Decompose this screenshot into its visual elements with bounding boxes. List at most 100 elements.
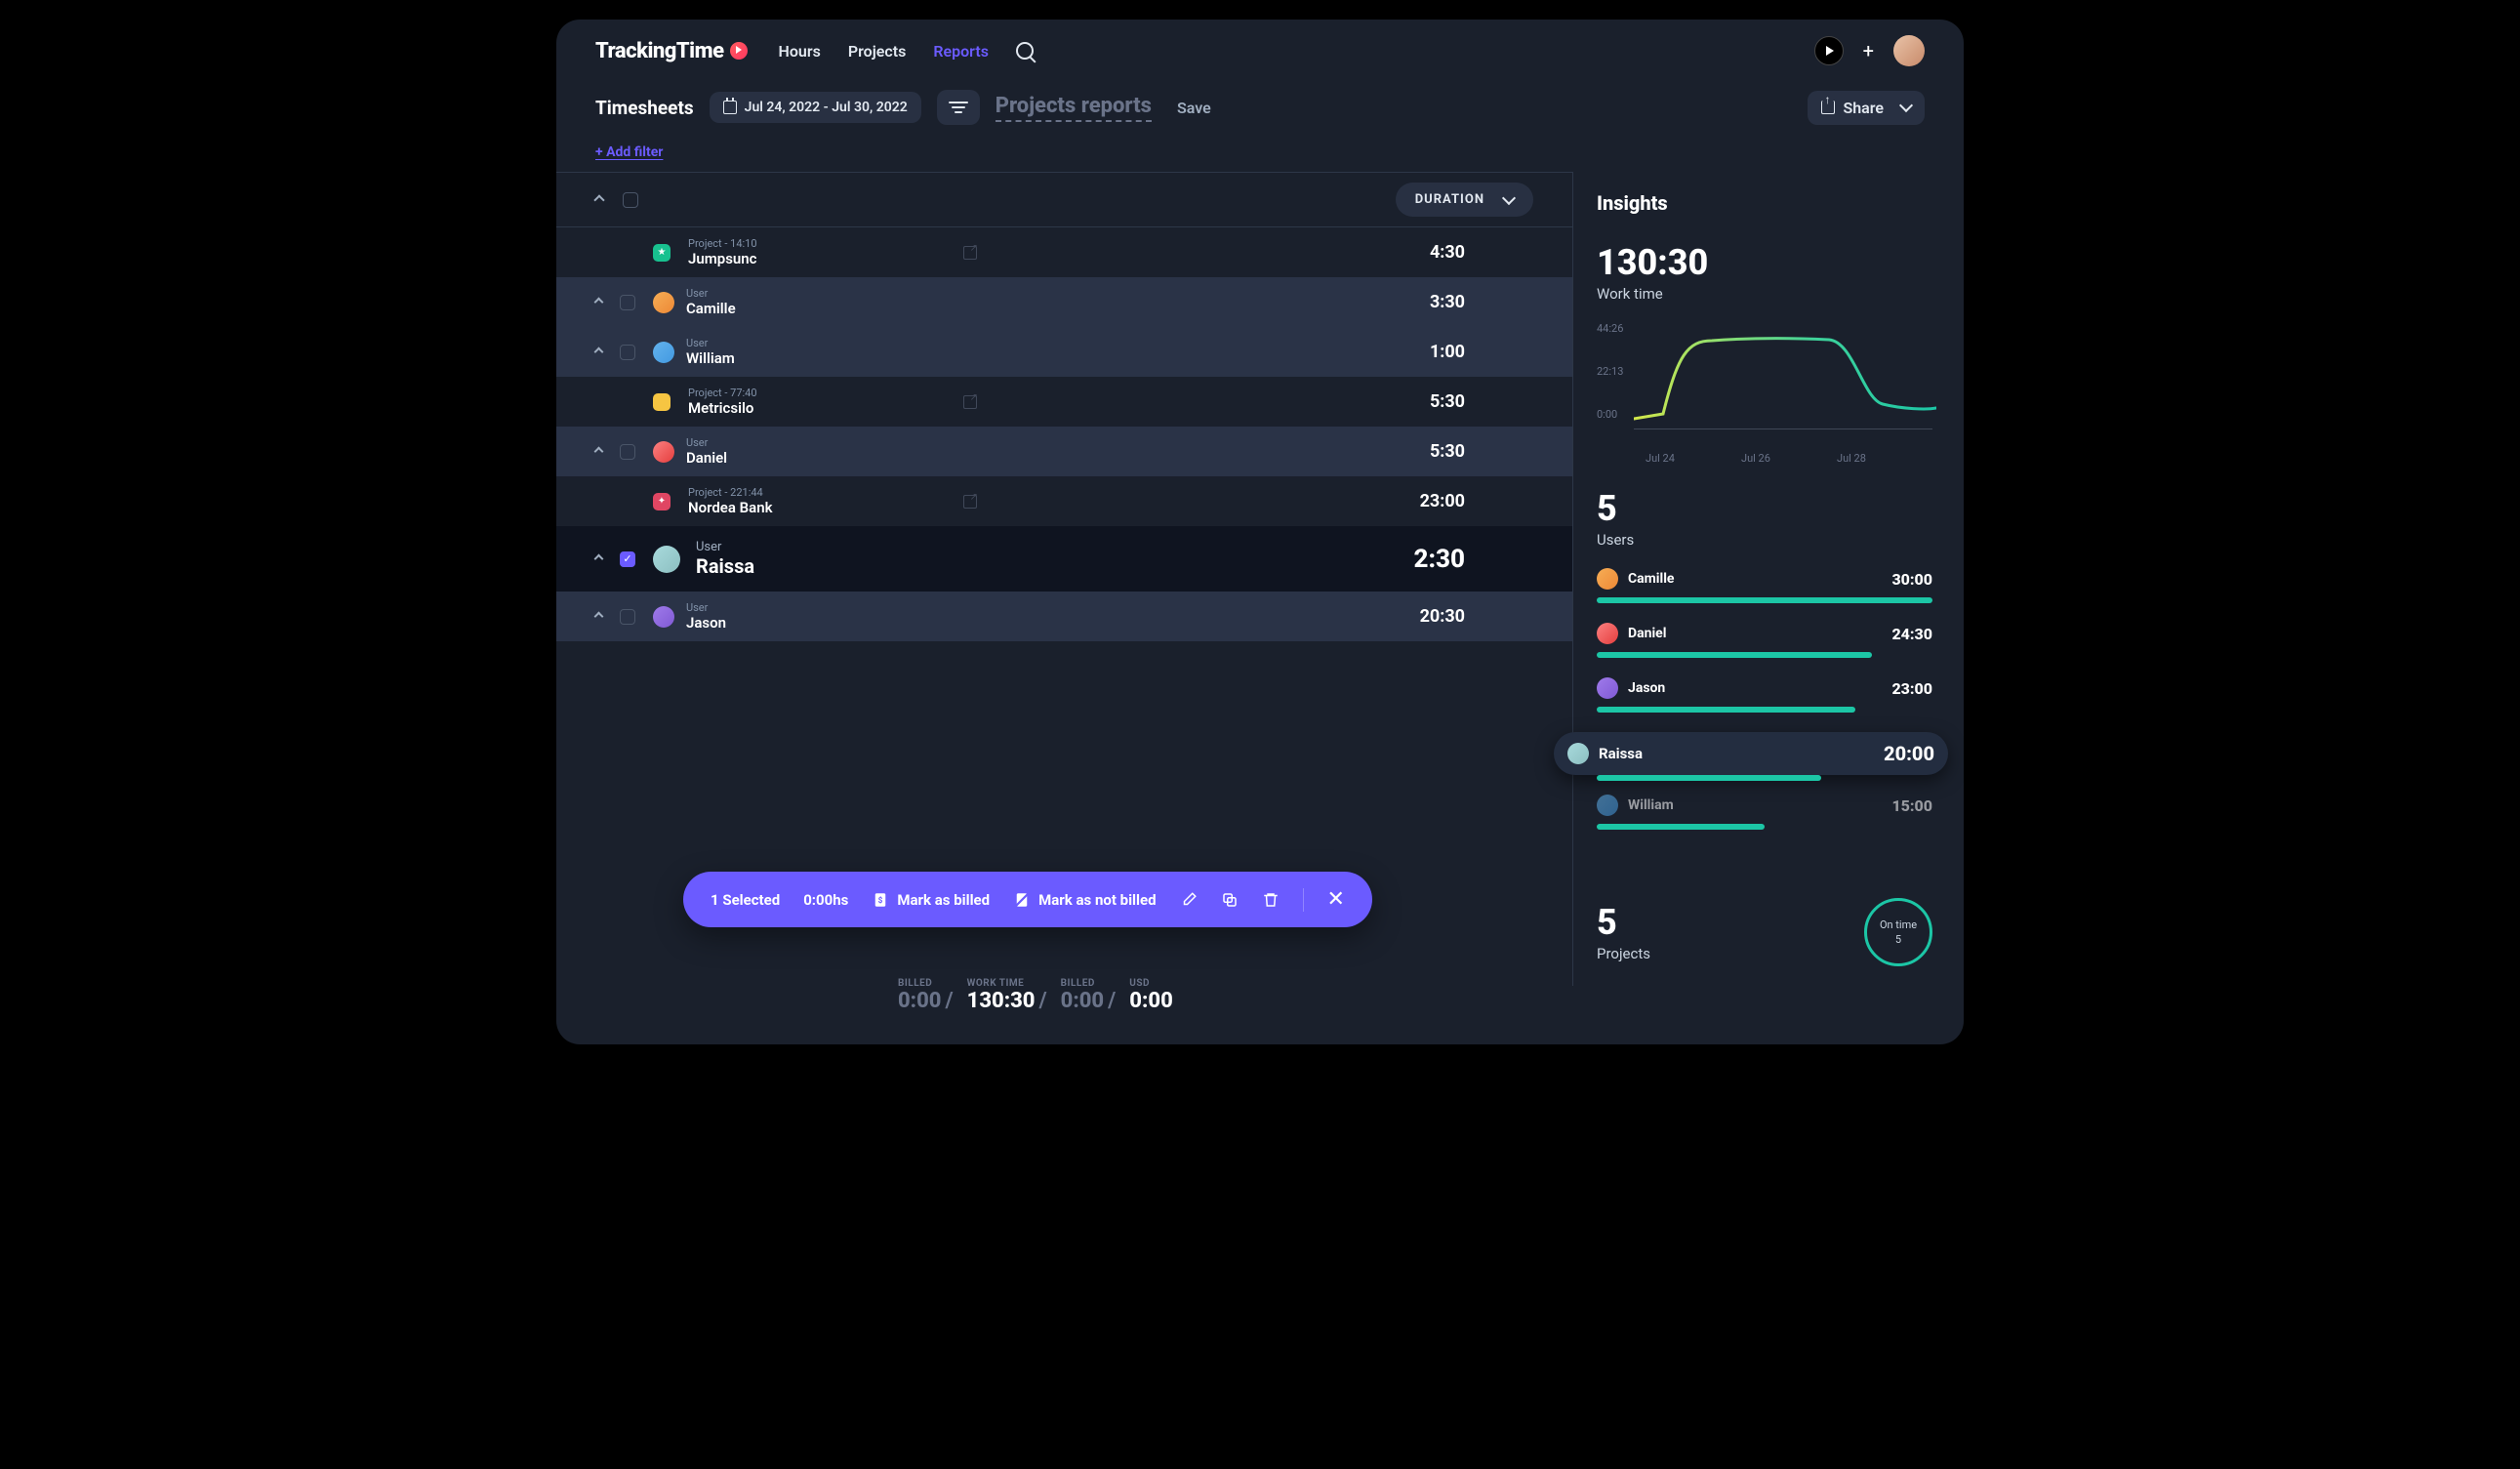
projects-count: 5 [1597, 902, 1650, 943]
chart-y-tick: 22:13 [1597, 365, 1623, 378]
expand-chevron-icon[interactable] [594, 554, 604, 564]
row-checkbox[interactable] [620, 295, 635, 310]
user-row[interactable]: UserDaniel5:30 [556, 427, 1572, 476]
user-row[interactable]: UserJason20:30 [556, 592, 1572, 641]
copy-icon[interactable] [1221, 891, 1239, 909]
user-bar-fill [1597, 652, 1872, 658]
edit-icon[interactable] [1180, 891, 1198, 909]
delete-icon[interactable] [1262, 891, 1280, 909]
user-insight-row[interactable]: Jason23:00 [1597, 677, 1932, 699]
svg-text:$: $ [878, 895, 883, 906]
save-button[interactable]: Save [1167, 93, 1221, 123]
mark-billed-label: Mark as billed [897, 891, 990, 909]
mark-not-billed-button[interactable]: Mark as not billed [1013, 891, 1156, 909]
nav-reports[interactable]: Reports [933, 42, 989, 61]
row-name: Daniel [686, 449, 727, 467]
user-insight-time: 24:30 [1891, 625, 1932, 643]
brand-mark-icon [730, 42, 748, 60]
add-button[interactable]: + [1863, 39, 1874, 62]
mark-billed-button[interactable]: $ Mark as billed [872, 891, 990, 909]
share-button[interactable]: Share [1808, 91, 1925, 125]
work-time-label: Work time [1597, 285, 1932, 303]
user-avatar-icon [1597, 795, 1618, 816]
row-checkbox[interactable] [620, 609, 635, 625]
insights-title: Insights [1597, 191, 1932, 215]
chart-y-tick: 44:26 [1597, 322, 1623, 335]
close-icon[interactable]: ✕ [1327, 887, 1345, 912]
user-insight-time: 15:00 [1891, 796, 1932, 815]
expand-chevron-icon[interactable] [594, 612, 604, 622]
user-row[interactable]: UserRaissa2:30 [556, 526, 1572, 592]
main-nav: Hours Projects Reports [779, 42, 1034, 61]
divider [1303, 888, 1304, 912]
chart-x-tick: Jul 26 [1741, 452, 1770, 465]
expand-chevron-icon[interactable] [594, 298, 604, 307]
row-duration: 2:30 [1413, 545, 1465, 574]
user-insight-name: William [1628, 797, 1674, 813]
calendar-icon [723, 101, 737, 114]
external-link-icon[interactable] [963, 495, 977, 509]
collapse-all-chevron[interactable] [593, 194, 604, 205]
user-avatar-icon [653, 342, 674, 363]
user-row[interactable]: UserWilliam1:00 [556, 327, 1572, 377]
user-insight-time: 20:00 [1884, 742, 1934, 765]
user-avatar-icon [653, 292, 674, 313]
select-all-checkbox[interactable] [623, 192, 638, 208]
share-icon [1821, 101, 1835, 114]
bill-off-icon [1013, 891, 1031, 909]
users-insight-section: 5 Users Camille30:00 Daniel 24:30 Jason23:0… [1597, 488, 1932, 830]
play-button[interactable] [1814, 36, 1844, 65]
project-badge-icon: ★ [653, 244, 671, 262]
user-bar-fill [1597, 597, 1932, 603]
user-insight-time: 30:00 [1891, 570, 1932, 589]
project-row[interactable]: ★Project - 14:10Jumpsunc4:30 [556, 227, 1572, 277]
search-icon[interactable] [1016, 42, 1034, 60]
chart-line [1634, 326, 1936, 424]
row-checkbox[interactable] [620, 444, 635, 460]
report-name[interactable]: Projects reports [996, 94, 1152, 122]
user-insight-name: Daniel [1628, 626, 1666, 641]
row-duration: 5:30 [1430, 391, 1465, 412]
user-avatar-icon [1597, 677, 1618, 699]
share-label: Share [1843, 99, 1884, 117]
user-insight-row[interactable]: William 15:00 [1597, 795, 1932, 816]
chevron-down-icon [1899, 99, 1913, 112]
external-link-icon[interactable] [963, 395, 977, 409]
user-avatar-icon [1597, 623, 1618, 644]
user-avatar-icon [653, 606, 674, 628]
expand-chevron-icon[interactable] [594, 447, 604, 457]
users-count: 5 [1597, 488, 1932, 529]
user-bar-fill [1597, 824, 1765, 830]
projects-insight-section: 5 Projects On time 5 [1597, 898, 1932, 966]
user-insight-row[interactable]: Raissa20:00 [1554, 732, 1948, 775]
users-label: Users [1597, 531, 1932, 549]
projects-label: Projects [1597, 945, 1650, 962]
external-link-icon[interactable] [963, 246, 977, 260]
user-insight-row[interactable]: Camille30:00 [1597, 568, 1932, 590]
row-name: Jason [686, 614, 726, 632]
duration-column-selector[interactable]: DURATION [1396, 183, 1533, 217]
user-insight-row[interactable]: Daniel 24:30 [1597, 623, 1932, 644]
timesheet-table: DURATION ★Project - 14:10Jumpsunc4:30Use… [556, 172, 1573, 986]
user-bar-track [1597, 824, 1932, 830]
expand-chevron-icon[interactable] [594, 347, 604, 357]
add-filter-link[interactable]: + Add filter [556, 141, 1964, 172]
date-range-picker[interactable]: Jul 24, 2022 - Jul 30, 2022 [710, 92, 921, 123]
chart-baseline [1634, 428, 1932, 429]
user-row[interactable]: UserCamille3:30 [556, 277, 1572, 327]
summary-bar: BILLED 0:00/ WORK TIME 130:30/ BILLED 0:… [898, 978, 1173, 1013]
nav-projects[interactable]: Projects [848, 42, 907, 61]
user-avatar[interactable] [1893, 35, 1925, 66]
selected-count: 1 Selected [711, 891, 780, 909]
project-row[interactable]: Project - 77:40Metricsilo5:30 [556, 377, 1572, 427]
project-row[interactable]: ✦Project - 221:44Nordea Bank23:00 [556, 476, 1572, 526]
row-name: Metricsilo [688, 399, 757, 417]
filter-button[interactable] [937, 90, 980, 125]
user-avatar-icon [653, 546, 680, 573]
nav-hours[interactable]: Hours [779, 42, 821, 61]
row-checkbox[interactable] [620, 551, 635, 567]
user-bar-fill [1597, 775, 1821, 781]
work-time-chart: 44:26 22:13 0:00 Jul 24 Jul 26 [1597, 322, 1932, 449]
row-checkbox[interactable] [620, 345, 635, 360]
mark-not-billed-label: Mark as not billed [1038, 891, 1156, 909]
